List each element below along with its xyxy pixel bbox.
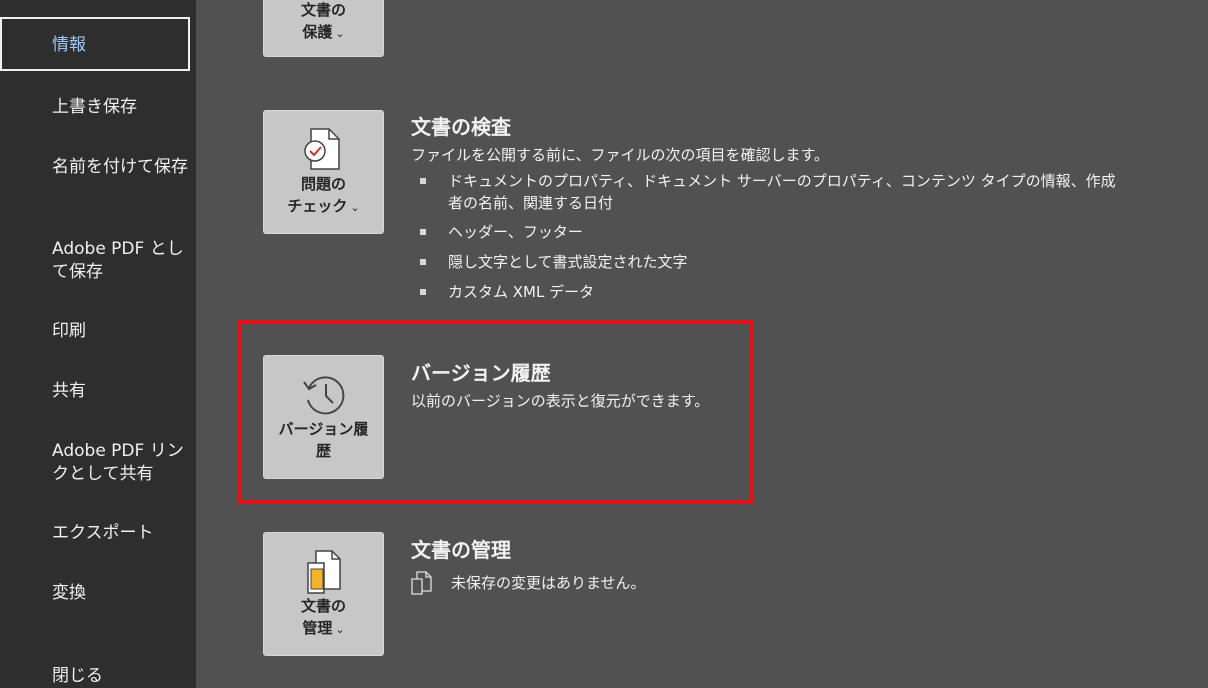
list-item: ドキュメントのプロパティ、ドキュメント サーバーのプロパティ、コンテンツ タイプ… <box>418 170 1118 214</box>
list-item: 隠し文字として書式設定された文字 <box>418 251 1118 273</box>
nav-print[interactable]: 印刷 <box>52 320 188 343</box>
info-main-panel: 文書の 保護 ⌄ 問題の チェック ⌄ 文書の検査 ファイルを公開する前に、ファイル… <box>196 0 1208 688</box>
protect-document-button[interactable]: 文書の 保護 ⌄ <box>263 0 384 57</box>
manage-label-1: 文書の <box>300 597 346 615</box>
protect-button-label-2: 保護 <box>302 23 333 41</box>
nav-save[interactable]: 上書き保存 <box>52 96 188 119</box>
version-history-highlight <box>237 320 753 504</box>
check-issues-label-2: チェック <box>287 197 348 215</box>
chevron-down-icon: ⌄ <box>335 623 345 636</box>
document-status-icon <box>411 571 432 595</box>
nav-share-adobe-pdf-link[interactable]: Adobe PDF リンクとして共有 <box>52 440 188 486</box>
nav-info-label: 情報 <box>52 35 86 55</box>
manage-label-2: 管理 <box>302 619 333 637</box>
nav-convert[interactable]: 変換 <box>52 582 188 605</box>
inspect-bullet-list: ドキュメントのプロパティ、ドキュメント サーバーのプロパティ、コンテンツ タイプ… <box>418 170 1118 303</box>
protect-button-label-1: 文書の <box>300 1 346 19</box>
document-check-icon <box>303 128 340 170</box>
nav-save-as-adobe-pdf[interactable]: Adobe PDF として保存 <box>52 238 188 284</box>
backstage-sidebar: 情報 上書き保存 名前を付けて保存 Adobe PDF として保存 印刷 共有 … <box>0 0 196 688</box>
manage-document-title: 文書の管理 <box>411 538 511 562</box>
manage-status-text: 未保存の変更はありません。 <box>451 574 646 592</box>
chevron-down-icon: ⌄ <box>350 201 360 214</box>
list-item: ヘッダー、フッター <box>418 221 1118 243</box>
nav-close[interactable]: 閉じる <box>52 665 188 688</box>
nav-info[interactable]: 情報 <box>0 17 190 71</box>
manage-document-button[interactable]: 文書の 管理 ⌄ <box>263 532 384 656</box>
chevron-down-icon: ⌄ <box>335 27 345 40</box>
inspect-document-description: ファイルを公開する前に、ファイルの次の項目を確認します。 <box>411 146 830 164</box>
inspect-document-title: 文書の検査 <box>411 115 511 139</box>
list-item: カスタム XML データ <box>418 281 1118 303</box>
check-for-issues-button[interactable]: 問題の チェック ⌄ <box>263 110 384 234</box>
check-issues-label-1: 問題の <box>300 175 346 193</box>
manage-document-icon <box>306 550 341 594</box>
nav-save-as[interactable]: 名前を付けて保存 <box>52 156 188 179</box>
nav-share[interactable]: 共有 <box>52 380 188 403</box>
nav-export[interactable]: エクスポート <box>52 522 188 545</box>
